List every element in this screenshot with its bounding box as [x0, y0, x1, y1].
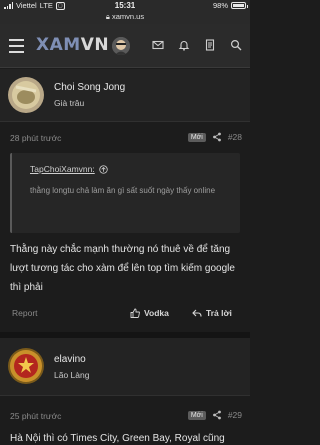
reply-button[interactable]: Trả lời: [192, 308, 232, 318]
logo-main: XAM: [36, 35, 81, 55]
site-logo[interactable]: XAMVN: [36, 35, 109, 55]
header-actions: [152, 39, 242, 51]
share-icon[interactable]: [212, 410, 222, 420]
post-number[interactable]: #28: [228, 132, 242, 142]
username[interactable]: elavino: [54, 354, 86, 365]
avatar[interactable]: [112, 37, 130, 55]
search-icon[interactable]: [230, 39, 242, 51]
lock-icon: 🔒︎: [105, 12, 110, 21]
reply-icon: [192, 309, 202, 317]
site-header: XAMVN: [0, 24, 250, 68]
bell-icon[interactable]: [178, 39, 190, 51]
quote-text: thằng longtu chả làm ăn gì sất suốt ngày…: [30, 186, 216, 195]
battery-icon: [231, 2, 248, 9]
avatar[interactable]: [8, 77, 44, 113]
quote-block: TapChoiXamvnn: thằng longtu chả làm ăn g…: [10, 153, 240, 233]
like-label: Vodka: [144, 308, 169, 318]
post-time[interactable]: 25 phút trước: [10, 411, 61, 421]
logo-accent: VN: [80, 35, 110, 55]
post-actions: Report Vodka Trả lời: [0, 304, 250, 326]
post-body: Hà Nội thì có Times City, Green Bay, Roy…: [10, 433, 225, 444]
post-meta-right: Mới #28: [187, 132, 242, 142]
quote-author-name: TapChoiXamvnn:: [30, 164, 95, 174]
thumbs-up-icon: [130, 308, 140, 318]
battery-percent: 98%: [212, 1, 228, 10]
username[interactable]: Choi Song Jong: [54, 82, 125, 93]
post-author-header: Choi Song Jong Già trâu: [0, 69, 250, 122]
user-role: Lão Làng: [54, 370, 90, 380]
menu-icon[interactable]: [9, 39, 24, 53]
status-bar: Viettel LTE ▢ 15:31 🔒︎ xamvn.us 98%: [0, 0, 250, 24]
url-text: xamvn.us: [111, 12, 145, 21]
arrow-up-circle-icon[interactable]: [99, 164, 108, 174]
mail-icon[interactable]: [152, 39, 164, 51]
document-icon[interactable]: [204, 39, 216, 51]
avatar[interactable]: [8, 348, 44, 384]
post-author-header: elavino Lão Làng: [0, 338, 250, 396]
post-meta-right: Mới #29: [187, 410, 242, 420]
report-link[interactable]: Report: [12, 308, 38, 318]
like-button[interactable]: Vodka: [130, 308, 169, 318]
new-badge: Mới: [187, 410, 206, 420]
quote-author[interactable]: TapChoiXamvnn:: [30, 164, 108, 174]
post-body: Thằng này chắc mạnh thường nó thuê về để…: [10, 244, 235, 293]
post-number[interactable]: #29: [228, 410, 242, 420]
post-time[interactable]: 28 phút trước: [10, 133, 61, 143]
reply-label: Trả lời: [206, 308, 232, 318]
user-role: Già trâu: [54, 98, 85, 108]
new-badge: Mới: [187, 132, 206, 142]
status-right: 98%: [212, 1, 248, 10]
share-icon[interactable]: [212, 132, 222, 142]
url-bar[interactable]: 🔒︎ xamvn.us: [0, 12, 250, 22]
